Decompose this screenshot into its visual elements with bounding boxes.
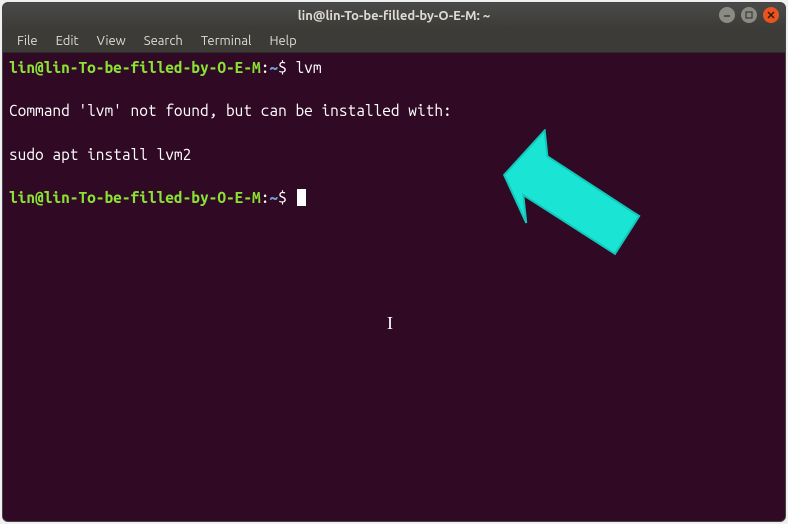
terminal-line: lin@lin-To-be-filled-by-O-E-M:~$: [9, 187, 779, 209]
terminal-blank-line: [9, 79, 779, 101]
menu-file[interactable]: File: [9, 32, 46, 50]
terminal-blank-line: [9, 122, 779, 144]
menu-edit[interactable]: Edit: [48, 32, 87, 50]
close-button[interactable]: [763, 7, 779, 23]
menu-view[interactable]: View: [89, 32, 134, 50]
prompt-path: ~: [269, 189, 278, 206]
maximize-button[interactable]: [741, 7, 757, 23]
terminal-output: Command 'lvm' not found, but can be inst…: [9, 100, 779, 122]
cursor-icon: [297, 189, 306, 206]
window-controls: [719, 7, 779, 23]
menu-bar: File Edit View Search Terminal Help: [3, 29, 785, 53]
terminal-line: lin@lin-To-be-filled-by-O-E-M:~$ lvm: [9, 57, 779, 79]
title-bar: lin@lin-To-be-filled-by-O-E-M: ~: [3, 3, 785, 29]
window-title: lin@lin-To-be-filled-by-O-E-M: ~: [298, 9, 491, 23]
menu-help[interactable]: Help: [261, 32, 304, 50]
ibeam-cursor-icon: I: [387, 311, 393, 336]
prompt-dollar: $: [278, 189, 287, 206]
terminal-window: lin@lin-To-be-filled-by-O-E-M: ~ File Ed…: [2, 2, 786, 522]
terminal-output: sudo apt install lvm2: [9, 144, 779, 166]
command-input: lvm: [295, 59, 321, 76]
terminal-area[interactable]: lin@lin-To-be-filled-by-O-E-M:~$ lvm Com…: [3, 53, 785, 521]
menu-terminal[interactable]: Terminal: [193, 32, 260, 50]
prompt-path: ~: [269, 59, 278, 76]
terminal-blank-line: [9, 165, 779, 187]
menu-search[interactable]: Search: [136, 32, 191, 50]
prompt-user-host: lin@lin-To-be-filled-by-O-E-M: [9, 189, 261, 206]
minimize-button[interactable]: [719, 7, 735, 23]
prompt-dollar: $: [278, 59, 287, 76]
prompt-user-host: lin@lin-To-be-filled-by-O-E-M: [9, 59, 261, 76]
